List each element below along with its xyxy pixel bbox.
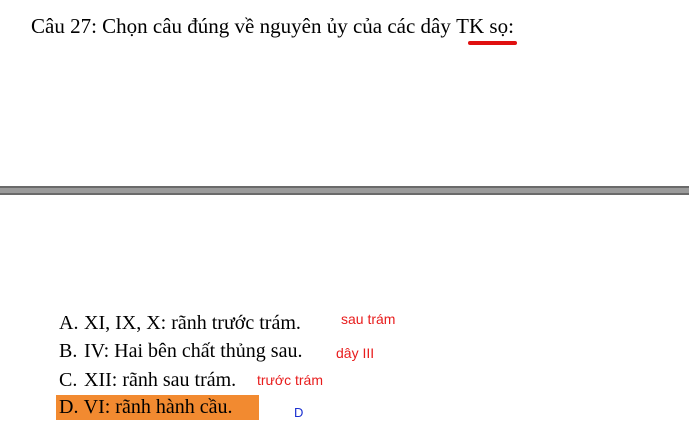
answer-option-d[interactable]: D. VI: rãnh hành cầu. <box>59 394 232 420</box>
question-prefix: Câu 27: Chọn câu đúng về nguyên ủy của c… <box>31 14 457 38</box>
option-letter: B. <box>59 340 78 362</box>
option-letter: D. <box>59 396 79 418</box>
answer-mark-d: D <box>294 405 304 420</box>
question-underlined-term: TK <box>456 14 485 38</box>
question-suffix: sọ: <box>484 14 514 38</box>
annotation-note-c: trước trám <box>257 372 323 388</box>
answer-option-b[interactable]: B. IV: Hai bên chất thủng sau. <box>59 338 302 364</box>
section-divider <box>0 186 689 195</box>
option-letter: A. <box>59 312 79 334</box>
option-text: VI: rãnh hành cầu. <box>83 396 233 418</box>
option-letter: C. <box>59 369 78 391</box>
answer-option-a[interactable]: A. XI, IX, X: rãnh trước trám. <box>59 310 301 336</box>
answer-option-c[interactable]: C. XII: rãnh sau trám. <box>59 367 236 393</box>
annotation-note-b: dây III <box>336 345 375 361</box>
option-text: XII: rãnh sau trám. <box>84 369 237 391</box>
red-underline-mark <box>468 41 517 45</box>
option-text: IV: Hai bên chất thủng sau. <box>84 340 303 362</box>
question-title: Câu 27: Chọn câu đúng về nguyên ủy của c… <box>31 12 514 40</box>
annotation-note-a: sau trám <box>341 311 396 327</box>
option-text: XI, IX, X: rãnh trước trám. <box>84 312 301 334</box>
